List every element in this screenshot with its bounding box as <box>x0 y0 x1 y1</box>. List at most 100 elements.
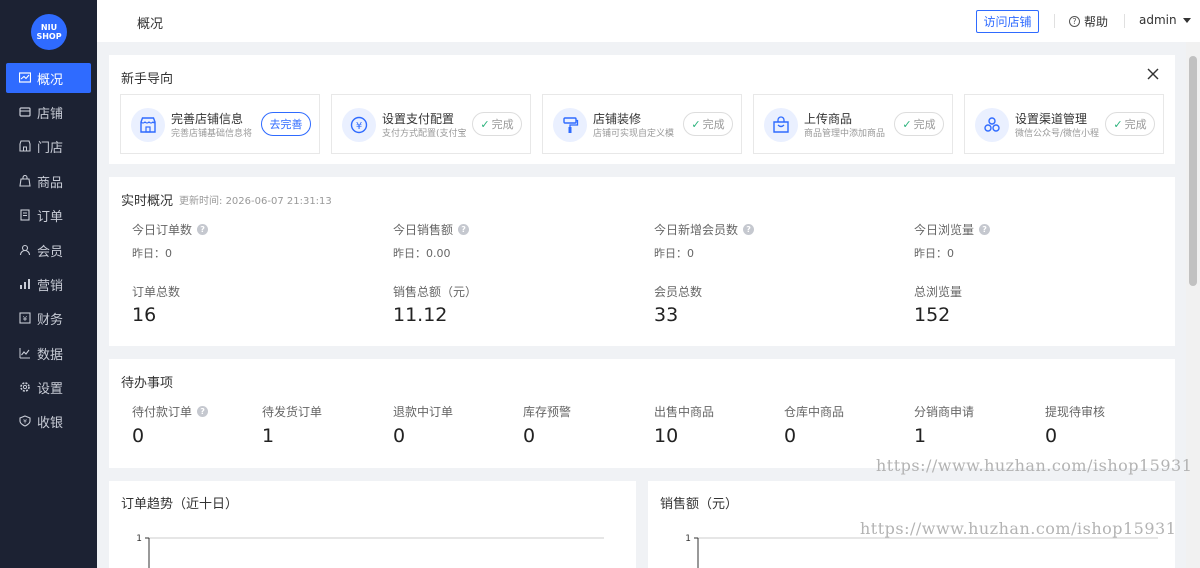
order-trend-card: 订单趋势（近十日） 1 <box>109 481 636 568</box>
sidebar-item-data[interactable]: 数据 <box>6 338 91 368</box>
todo-label-text: 待付款订单 <box>132 405 193 419</box>
done-button[interactable]: ✓ 完成 <box>1105 112 1155 136</box>
sidebar-item-label: 营销 <box>37 278 64 294</box>
channels-icon <box>975 108 1009 142</box>
page-scrollbar[interactable] <box>1186 42 1200 568</box>
sidebar-item-label: 商品 <box>37 175 64 191</box>
guide-item-title: 设置支付配置 <box>382 112 455 126</box>
check-icon: ✓ <box>1113 117 1123 131</box>
sidebar-item-overview[interactable]: 概况 <box>6 63 91 93</box>
todo-label: 待付款订单? <box>132 403 209 420</box>
header-divider <box>1054 14 1055 28</box>
todo-label: 提现待审核 <box>1045 405 1106 419</box>
guide-item-title: 店铺装修 <box>593 112 642 126</box>
done-button[interactable]: ✓ 完成 <box>894 112 944 136</box>
question-icon[interactable]: ? <box>197 224 209 235</box>
guide-item-channels: 设置渠道管理 微信公众号/微信小程 ✓ 完成 <box>964 94 1164 154</box>
todo-value[interactable]: 0 <box>523 425 535 447</box>
niushop-logo[interactable]: NIU SHOP <box>31 14 67 50</box>
question-icon[interactable]: ? <box>979 224 991 235</box>
header-divider <box>1124 14 1125 28</box>
sidebar-item-order[interactable]: 订单 <box>6 200 91 230</box>
svg-text:¥: ¥ <box>356 121 362 132</box>
todo-value[interactable]: 0 <box>784 425 796 447</box>
sidebar-item-cashier[interactable]: ¥ 收银 <box>6 406 91 436</box>
user-name: admin <box>1139 13 1177 27</box>
realtime-overview-card: 实时概况 更新时间: 2026-06-07 21:31:13 今日订单数? 昨日… <box>109 177 1175 346</box>
overview-icon <box>18 71 32 85</box>
stat-yesterday: 昨日：0 <box>132 247 172 260</box>
todo-value[interactable]: 1 <box>914 425 926 447</box>
marketing-icon <box>18 277 32 291</box>
todo-value[interactable]: 0 <box>393 425 405 447</box>
guide-item-title: 完善店铺信息 <box>171 112 244 126</box>
complete-store-info-button[interactable]: 去完善 <box>261 112 311 136</box>
question-icon[interactable]: ? <box>197 406 209 417</box>
order-icon <box>18 208 32 222</box>
watermark-text: https://www.huzhan.com/ishop15931 <box>860 519 1177 538</box>
sidebar-item-label: 店铺 <box>37 106 64 122</box>
user-menu[interactable]: admin <box>1139 13 1191 27</box>
todo-value[interactable]: 0 <box>132 425 144 447</box>
update-time-value: 2026-06-07 21:31:13 <box>225 196 332 207</box>
help-label: 帮助 <box>1084 15 1109 29</box>
guide-item-desc: 完善店铺基础信息将 <box>171 129 253 139</box>
check-icon: ✓ <box>480 117 490 131</box>
guide-item-title: 设置渠道管理 <box>1015 112 1088 126</box>
sidebar-item-label: 会员 <box>37 244 64 260</box>
sidebar-item-goods[interactable]: 商品 <box>6 166 91 196</box>
shop-icon <box>18 139 32 153</box>
todo-card: 待办事项 待付款订单? 0 待发货订单 1 退款中订单 0 库存预警 0 出售中… <box>109 359 1175 468</box>
stat-label-text: 今日新增会员数 <box>654 223 739 237</box>
guide-item-title: 上传商品 <box>804 112 853 126</box>
sidebar-item-finance[interactable]: ¥ 财务 <box>6 303 91 333</box>
goods-icon <box>18 174 32 188</box>
close-icon[interactable] <box>1146 67 1160 81</box>
logo-text-bottom: SHOP <box>36 32 62 41</box>
stat-label: 今日订单数? <box>132 221 209 238</box>
visit-store-button[interactable]: 访问店铺 <box>976 10 1039 33</box>
guide-item-payment: ¥ 设置支付配置 支付方式配置(支付宝 ✓ 完成 <box>331 94 531 154</box>
guide-title: 新手导向 <box>121 72 174 87</box>
sidebar-item-label: 门店 <box>37 140 64 156</box>
caret-down-icon <box>1182 17 1191 23</box>
sidebar-item-settings[interactable]: 设置 <box>6 372 91 402</box>
sidebar-item-marketing[interactable]: 营销 <box>6 269 91 299</box>
settings-icon <box>18 380 32 394</box>
total-value: 11.12 <box>393 304 448 326</box>
total-value: 152 <box>914 304 951 326</box>
help-link[interactable]: ? 帮助 <box>1069 13 1108 30</box>
order-trend-chart: 1 <box>136 534 604 568</box>
data-icon <box>18 346 32 360</box>
todo-value[interactable]: 0 <box>1045 425 1057 447</box>
todo-label: 仓库中商品 <box>784 405 845 419</box>
done-button[interactable]: ✓ 完成 <box>472 112 522 136</box>
sidebar-item-member[interactable]: 会员 <box>6 235 91 265</box>
done-label: 完成 <box>491 118 514 131</box>
done-label: 完成 <box>702 118 725 131</box>
todo-value[interactable]: 10 <box>654 425 678 447</box>
todo-label: 库存预警 <box>523 405 572 419</box>
scrollbar-thumb[interactable] <box>1189 56 1197 286</box>
stat-yesterday: 昨日：0 <box>654 247 694 260</box>
yuan-icon: ¥ <box>342 108 376 142</box>
todo-value[interactable]: 1 <box>262 425 274 447</box>
top-header: 概况 访问店铺 ? 帮助 admin <box>97 0 1200 42</box>
sidebar-item-label: 设置 <box>37 381 64 397</box>
beginner-guide-card: 新手导向 完善店铺信息 完善店铺基础信息将 去完善 ¥ 设置支付配置 支付方式配… <box>109 55 1175 164</box>
stat-label-text: 今日销售额 <box>393 223 454 237</box>
sidebar-item-shop[interactable]: 门店 <box>6 131 91 161</box>
cashier-icon: ¥ <box>18 414 32 428</box>
sidebar-item-label: 订单 <box>37 209 64 225</box>
done-button[interactable]: ✓ 完成 <box>683 112 733 136</box>
store-front-icon <box>131 108 165 142</box>
sidebar-item-label: 概况 <box>37 72 64 88</box>
sidebar-item-store[interactable]: 店铺 <box>6 97 91 127</box>
question-icon[interactable]: ? <box>743 224 755 235</box>
question-icon[interactable]: ? <box>458 224 470 235</box>
total-value: 16 <box>132 304 157 326</box>
store-icon <box>18 105 32 119</box>
guide-item-store-info: 完善店铺信息 完善店铺基础信息将 去完善 <box>120 94 320 154</box>
help-icon: ? <box>1069 16 1080 27</box>
total-label: 会员总数 <box>654 285 703 299</box>
